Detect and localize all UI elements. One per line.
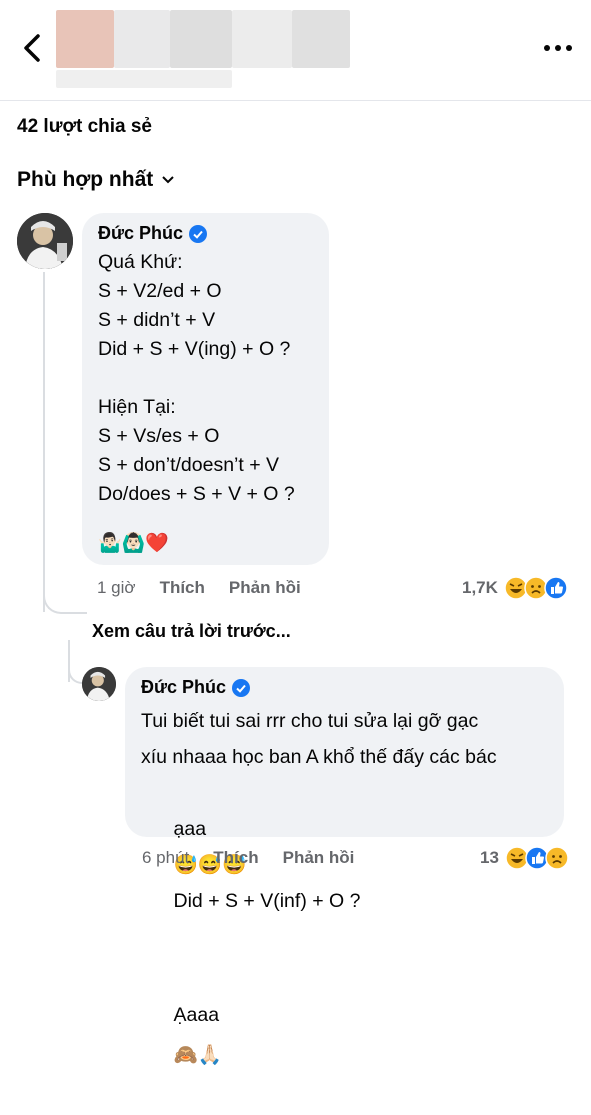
comment-emojis: 🤷🏻‍♂️🙆🏻‍♂️❤️ [98, 533, 169, 554]
blurred-title-block-5 [292, 10, 350, 68]
blurred-title-block-2 [114, 10, 170, 68]
reply-meta: 6 phút Thích Phản hồi [142, 848, 354, 868]
reactions-summary[interactable]: 13 [480, 846, 569, 870]
comment-bubble: Đức Phúc Quá Khứ: S + V2/ed + O S + didn… [82, 213, 329, 565]
verified-badge-icon [232, 678, 251, 697]
comment-body: Quá Khứ: S + V2/ed + O S + didn’t + V Di… [98, 248, 295, 509]
reply-author[interactable]: Đức Phúc [141, 677, 251, 698]
chevron-down-icon [162, 176, 174, 184]
back-arrow-icon[interactable] [18, 30, 48, 66]
sort-dropdown[interactable]: Phù hợp nhất [17, 168, 175, 192]
reply-text: ạaa [173, 818, 207, 840]
comment-line: Hiện Tại: [98, 396, 176, 418]
comment-line: S + don’t/doesn’t + V [98, 454, 280, 476]
comment-line: S + Vs/es + O [98, 425, 220, 447]
avatar[interactable] [82, 667, 116, 701]
sad-reaction-icon [545, 846, 569, 870]
comment-line: S + V2/ed + O [98, 280, 222, 302]
reply-line: Tui biết tui sai rrr cho tui sửa lại gỡ … [141, 710, 479, 732]
reply-emojis: 🙈🙏🏻 [173, 1044, 223, 1066]
like-button[interactable]: Thích [213, 848, 258, 868]
reaction-icons [504, 576, 568, 600]
comment-line: Do/does + S + V + O ? [98, 483, 295, 505]
reaction-count: 13 [480, 848, 499, 867]
reply-button[interactable]: Phản hồi [229, 578, 301, 598]
author-name: Đức Phúc [141, 677, 227, 697]
avatar-photo-icon [82, 667, 116, 701]
blurred-title-block-3 [170, 10, 232, 68]
reply-line: xíu nhaaa học ban A khổ thế đấy các bác [141, 746, 497, 768]
comment-time[interactable]: 1 giờ [97, 578, 136, 598]
reply-text: Ạaaa [173, 1004, 220, 1026]
blurred-subtitle-block [56, 70, 232, 88]
comment-author[interactable]: Đức Phúc [98, 223, 208, 244]
reply-time[interactable]: 6 phút [142, 848, 189, 868]
avatar[interactable] [17, 213, 73, 269]
thread-line-curve-2 [68, 640, 84, 684]
reply-bubble: Đức Phúc Tui biết tui sai rrr cho tui sử… [125, 667, 564, 1066]
reply-body: Tui biết tui sai rrr cho tui sửa lại gỡ … [141, 703, 497, 1115]
header-divider [0, 100, 591, 101]
more-options-icon[interactable] [541, 38, 575, 58]
reaction-count: 1,7K [462, 578, 498, 597]
like-button[interactable]: Thích [160, 578, 205, 598]
reactions-summary[interactable]: 1,7K [462, 576, 568, 600]
reply-line-4: Ạaaa 🙈🙏🏻 [141, 955, 497, 1115]
top-bar [0, 0, 591, 100]
reply-button[interactable]: Phản hồi [283, 848, 355, 868]
like-reaction-icon [544, 576, 568, 600]
comment-line: S + didn’t + V [98, 309, 216, 331]
comment-line-blank [98, 364, 295, 393]
comment-line: Quá Khứ: [98, 251, 183, 273]
blurred-title-block-4 [232, 10, 292, 68]
view-previous-replies[interactable]: Xem câu trả lời trước... [92, 621, 291, 642]
thread-line-curve-1 [43, 560, 87, 614]
share-count[interactable]: 42 lượt chia sẻ [17, 116, 152, 138]
reaction-icons [505, 846, 569, 870]
comment-meta: 1 giờ Thích Phản hồi [97, 578, 301, 598]
reply-text: Did + S + V(inf) + O ? [173, 890, 361, 912]
avatar-photo-icon [17, 213, 73, 269]
verified-badge-icon [189, 224, 208, 243]
comment-line: Did + S + V(ing) + O ? [98, 338, 291, 360]
sort-label: Phù hợp nhất [17, 168, 154, 191]
blurred-title-block-1 [56, 10, 114, 68]
author-name: Đức Phúc [98, 223, 184, 243]
